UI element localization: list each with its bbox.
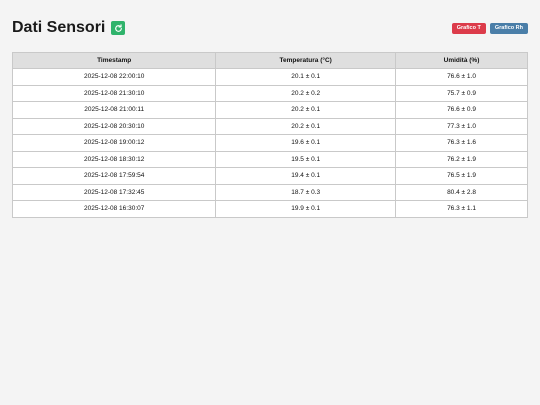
cell-temperature: 19.4 ± 0.1 (215, 167, 397, 185)
table-row: 2025-12-08 17:59:54 19.4 ± 0.1 76.5 ± 1.… (11, 167, 528, 185)
cell-humidity: 76.6 ± 0.9 (395, 101, 528, 119)
cell-timestamp: 2025-12-08 22:00:10 (11, 68, 217, 86)
cell-timestamp: 2025-12-08 17:32:45 (11, 183, 217, 201)
cell-timestamp: 2025-12-08 21:30:10 (11, 84, 217, 102)
chart-actions: Grafico T Grafico Rh (451, 23, 528, 34)
cell-humidity: 76.2 ± 1.9 (395, 150, 528, 168)
cell-timestamp: 2025-12-08 17:59:54 (11, 167, 217, 185)
table-row: 2025-12-08 22:00:10 20.1 ± 0.1 76.6 ± 1.… (11, 68, 528, 86)
cell-temperature: 18.7 ± 0.3 (215, 183, 397, 201)
cell-temperature: 19.6 ± 0.1 (215, 134, 397, 152)
column-header-temperature[interactable]: Temperatura (°C) (215, 52, 397, 69)
cell-timestamp: 2025-12-08 19:00:12 (11, 134, 217, 152)
cell-humidity: 77.3 ± 1.0 (395, 117, 528, 135)
refresh-icon (114, 23, 122, 32)
cell-humidity: 76.5 ± 1.9 (395, 167, 528, 185)
page-header: Dati Sensori (12, 18, 126, 38)
table-row: 2025-12-08 19:00:12 19.6 ± 0.1 76.3 ± 1.… (11, 134, 528, 152)
cell-timestamp: 2025-12-08 21:00:11 (11, 101, 217, 119)
cell-temperature: 20.2 ± 0.1 (215, 101, 397, 119)
cell-temperature: 19.5 ± 0.1 (215, 150, 397, 168)
table-header-row: Timestamp Temperatura (°C) Umidità (%) (11, 52, 528, 69)
table-row: 2025-12-08 21:00:11 20.2 ± 0.1 76.6 ± 0.… (11, 101, 528, 119)
cell-humidity: 76.6 ± 1.0 (395, 68, 528, 86)
cell-timestamp: 2025-12-08 16:30:07 (11, 200, 217, 218)
sensor-data-page: Dati Sensori Grafico T Grafico Rh Timest… (0, 0, 540, 405)
table-row: 2025-12-08 21:30:10 20.2 ± 0.2 75.7 ± 0.… (11, 84, 528, 102)
column-header-humidity[interactable]: Umidità (%) (395, 52, 528, 69)
table-row: 2025-12-08 17:32:45 18.7 ± 0.3 80.4 ± 2.… (11, 183, 528, 201)
cell-temperature: 20.2 ± 0.1 (215, 117, 397, 135)
refresh-button[interactable] (111, 21, 126, 35)
table-row: 2025-12-08 16:30:07 19.9 ± 0.1 76.3 ± 1.… (11, 200, 528, 218)
page-title: Dati Sensori (12, 19, 106, 36)
cell-humidity: 75.7 ± 0.9 (395, 84, 528, 102)
column-header-timestamp[interactable]: Timestamp (11, 52, 217, 69)
cell-temperature: 19.9 ± 0.1 (215, 200, 397, 218)
temperature-chart-button[interactable]: Grafico T (451, 23, 486, 34)
cell-humidity: 76.3 ± 1.1 (395, 200, 528, 218)
table-row: 2025-12-08 18:30:12 19.5 ± 0.1 76.2 ± 1.… (11, 150, 528, 168)
cell-timestamp: 2025-12-08 20:30:10 (11, 117, 217, 135)
cell-humidity: 76.3 ± 1.6 (395, 134, 528, 152)
cell-temperature: 20.2 ± 0.2 (215, 84, 397, 102)
humidity-chart-button[interactable]: Grafico Rh (489, 23, 528, 34)
sensor-data-table: Timestamp Temperatura (°C) Umidità (%) 2… (11, 52, 528, 218)
cell-humidity: 80.4 ± 2.8 (395, 183, 528, 201)
cell-timestamp: 2025-12-08 18:30:12 (11, 150, 217, 168)
cell-temperature: 20.1 ± 0.1 (215, 68, 397, 86)
table-row: 2025-12-08 20:30:10 20.2 ± 0.1 77.3 ± 1.… (11, 117, 528, 135)
